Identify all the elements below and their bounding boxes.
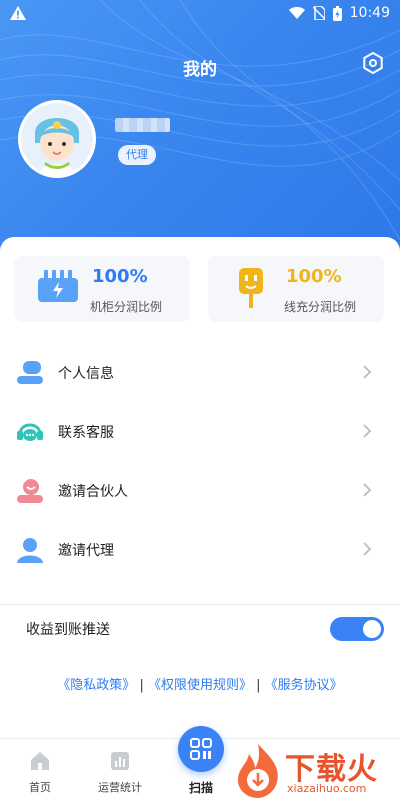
menu-item-invite-agent[interactable]: 邀请代理 [0, 520, 400, 579]
income-push-toggle[interactable] [330, 617, 384, 641]
chevron-right-icon [363, 365, 372, 379]
income-push-label: 收益到账推送 [26, 622, 110, 638]
scan-button[interactable] [178, 726, 224, 772]
tab-home[interactable]: 首页 [0, 751, 80, 795]
profile-header: 10:49 我的 代理 [0, 0, 400, 260]
menu-item-personal-info[interactable]: 个人信息 [0, 343, 400, 402]
menu-list: 个人信息 联系客服 邀请合伙人 邀请代理 [0, 343, 400, 579]
cable-share-label: 线充分润比例 [284, 300, 357, 314]
status-time: 10:49 [349, 5, 390, 21]
avatar[interactable] [18, 100, 96, 178]
cabinet-share-label: 机柜分润比例 [90, 300, 163, 314]
stats-chart-icon [111, 752, 129, 770]
username-masked [115, 118, 170, 132]
chevron-right-icon [363, 542, 372, 556]
invite-agent-icon [16, 536, 44, 564]
flame-logo-icon [237, 744, 278, 798]
menu-item-label: 个人信息 [58, 365, 114, 382]
toggle-knob [363, 620, 381, 638]
cable-share-value: 100% [286, 266, 342, 287]
content-sheet: 100% 机柜分润比例 100% 线充分润比例 个人信息 联系客服 邀请合伙人 … [0, 237, 400, 800]
menu-item-customer-service[interactable]: 联系客服 [0, 402, 400, 461]
person-info-icon [16, 359, 44, 387]
settings-icon[interactable] [362, 52, 384, 74]
cabinet-share-value: 100% [92, 266, 148, 287]
income-push-row: 收益到账推送 [0, 615, 400, 641]
scan-icon [190, 738, 212, 760]
policy-links: 《隐私政策》 | 《权限使用规则》 | 《服务协议》 [0, 674, 400, 693]
cabinet-icon [38, 270, 78, 302]
page-title: 我的 [183, 60, 217, 80]
role-badge: 代理 [118, 145, 156, 165]
cable-charger-icon [239, 268, 263, 308]
menu-item-label: 邀请合伙人 [58, 483, 128, 500]
invite-partner-icon [16, 477, 44, 505]
policy-separator: | [256, 678, 261, 693]
watermark: 下载火 xiazaihuo.com [233, 742, 400, 800]
status-bar: 10:49 [0, 0, 400, 26]
watermark-url: xiazaihuo.com [287, 782, 367, 795]
no-sim-icon [312, 6, 325, 20]
tab-label: 运营统计 [98, 781, 142, 794]
chevron-right-icon [363, 483, 372, 497]
warning-icon [10, 6, 26, 20]
headset-icon [16, 418, 44, 446]
cabinet-share-card[interactable]: 100% 机柜分润比例 [14, 256, 190, 322]
tab-operations-stats[interactable]: 运营统计 [80, 751, 160, 795]
battery-icon [332, 5, 342, 21]
chevron-right-icon [363, 424, 372, 438]
section-divider [0, 604, 400, 605]
service-agreement-link[interactable]: 《服务协议》 [265, 678, 343, 693]
policy-separator: | [139, 678, 144, 693]
home-icon [31, 752, 49, 770]
menu-item-label: 联系客服 [58, 424, 114, 441]
menu-item-label: 邀请代理 [58, 542, 114, 559]
menu-item-invite-partner[interactable]: 邀请合伙人 [0, 461, 400, 520]
cable-share-card[interactable]: 100% 线充分润比例 [208, 256, 384, 322]
privacy-policy-link[interactable]: 《隐私政策》 [57, 678, 135, 693]
wifi-icon [288, 7, 305, 19]
avatar-illustration [21, 103, 93, 175]
tab-label: 首页 [29, 781, 51, 794]
permission-rules-link[interactable]: 《权限使用规则》 [148, 678, 252, 693]
scan-label: 扫描 [188, 781, 213, 795]
